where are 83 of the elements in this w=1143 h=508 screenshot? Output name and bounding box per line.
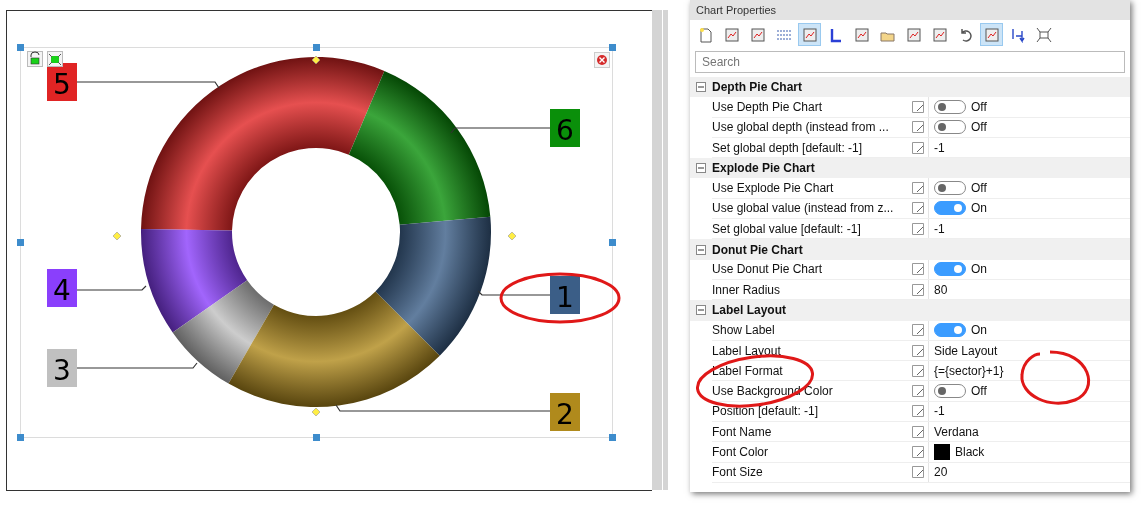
property-name: Inner Radius: [712, 282, 782, 297]
resize-handle[interactable]: [313, 434, 320, 441]
property-value[interactable]: Verdana: [934, 424, 979, 439]
edit-icon[interactable]: [912, 405, 924, 418]
resize-handle[interactable]: [609, 434, 616, 441]
sector-label: 1: [550, 276, 580, 314]
property-name: Use Donut Pie Chart: [712, 262, 824, 277]
toggle-switch[interactable]: [934, 262, 966, 277]
toggle-switch[interactable]: [934, 323, 966, 338]
edit-icon[interactable]: [912, 425, 924, 438]
edit-icon[interactable]: [912, 324, 924, 337]
resize-handle[interactable]: [609, 239, 616, 246]
property-value[interactable]: 20: [934, 465, 948, 480]
edit-icon[interactable]: [912, 121, 924, 134]
property-value: Off: [971, 181, 987, 196]
resize-handle[interactable]: [609, 44, 616, 51]
edit-icon[interactable]: [912, 263, 924, 276]
annotation-arc: [1020, 350, 1090, 405]
property-name: Set global depth [default: -1]: [712, 140, 864, 155]
toggle-switch[interactable]: [934, 181, 966, 196]
lock-icon[interactable]: [27, 51, 43, 67]
edit-icon[interactable]: [912, 385, 924, 398]
resize-handle[interactable]: [17, 434, 24, 441]
property-name: Font Color: [712, 445, 770, 459]
property-value[interactable]: -1: [934, 221, 945, 236]
search-field[interactable]: Search: [695, 51, 1125, 73]
category-header: Donut Pie Chart: [712, 242, 803, 257]
edit-icon[interactable]: [912, 141, 924, 154]
property-name: Use global depth (instead from ...: [712, 120, 890, 135]
sector-label: 4: [47, 269, 77, 307]
property-name: Use Background Color: [712, 384, 834, 399]
property-value: Black: [955, 445, 985, 459]
property-value[interactable]: {={sector}+1}: [934, 363, 1004, 378]
resize-handle[interactable]: [17, 44, 24, 51]
edit-icon[interactable]: [912, 466, 924, 479]
property-name: Use global value (instead from z...: [712, 201, 895, 216]
property-name: Position [default: -1]: [712, 404, 820, 419]
property-value[interactable]: 80: [934, 282, 948, 297]
sector-label: 6: [550, 109, 580, 147]
edit-icon[interactable]: [912, 446, 924, 458]
property-name: Font Name: [712, 424, 773, 439]
category-header: Explode Pie Chart: [712, 161, 815, 176]
leader-line: [76, 285, 147, 291]
resize-handle[interactable]: [17, 239, 24, 246]
edit-icon[interactable]: [912, 100, 924, 113]
toggle-switch[interactable]: [934, 120, 966, 135]
property-name: Use Explode Pie Chart: [712, 181, 835, 196]
sector-label: 3: [47, 349, 77, 387]
edit-icon[interactable]: [912, 202, 924, 215]
property-value: Off: [971, 384, 987, 399]
resize-icon[interactable]: [47, 51, 63, 67]
property-value: On: [971, 323, 987, 338]
property-value: Off: [971, 99, 987, 114]
property-value[interactable]: Side Layout: [934, 343, 998, 358]
close-icon[interactable]: [594, 52, 610, 68]
panel-title: Chart Properties: [690, 0, 1130, 20]
property-value: Off: [971, 120, 987, 135]
property-name: Font Size: [712, 465, 764, 480]
property-name: Set global value [default: -1]: [712, 221, 862, 236]
edit-icon[interactable]: [912, 364, 924, 377]
property-name: Label Layout: [712, 343, 782, 358]
property-name: Show Label: [712, 323, 776, 338]
adjust-handle[interactable]: [507, 231, 517, 241]
toggle-switch[interactable]: [934, 201, 966, 216]
category-header: Label Layout: [712, 303, 786, 318]
property-name: Use Depth Pie Chart: [712, 99, 824, 114]
sector-label: 5: [47, 63, 77, 101]
property-value: On: [971, 201, 987, 216]
toggle-switch[interactable]: [934, 99, 966, 114]
edit-icon[interactable]: [912, 222, 924, 235]
category-header: Depth Pie Chart: [712, 80, 802, 95]
property-value: On: [971, 262, 987, 277]
adjust-handle[interactable]: [311, 55, 321, 65]
edit-icon[interactable]: [912, 182, 924, 195]
property-value[interactable]: -1: [934, 140, 945, 155]
property-name: Label Format: [712, 363, 784, 378]
property-value[interactable]: -1: [934, 404, 945, 419]
sector-label: 2: [550, 393, 580, 431]
toggle-switch[interactable]: [934, 384, 966, 399]
edit-icon[interactable]: [912, 344, 924, 357]
edit-icon[interactable]: [912, 283, 924, 296]
resize-handle[interactable]: [313, 44, 320, 51]
adjust-handle[interactable]: [112, 231, 122, 241]
